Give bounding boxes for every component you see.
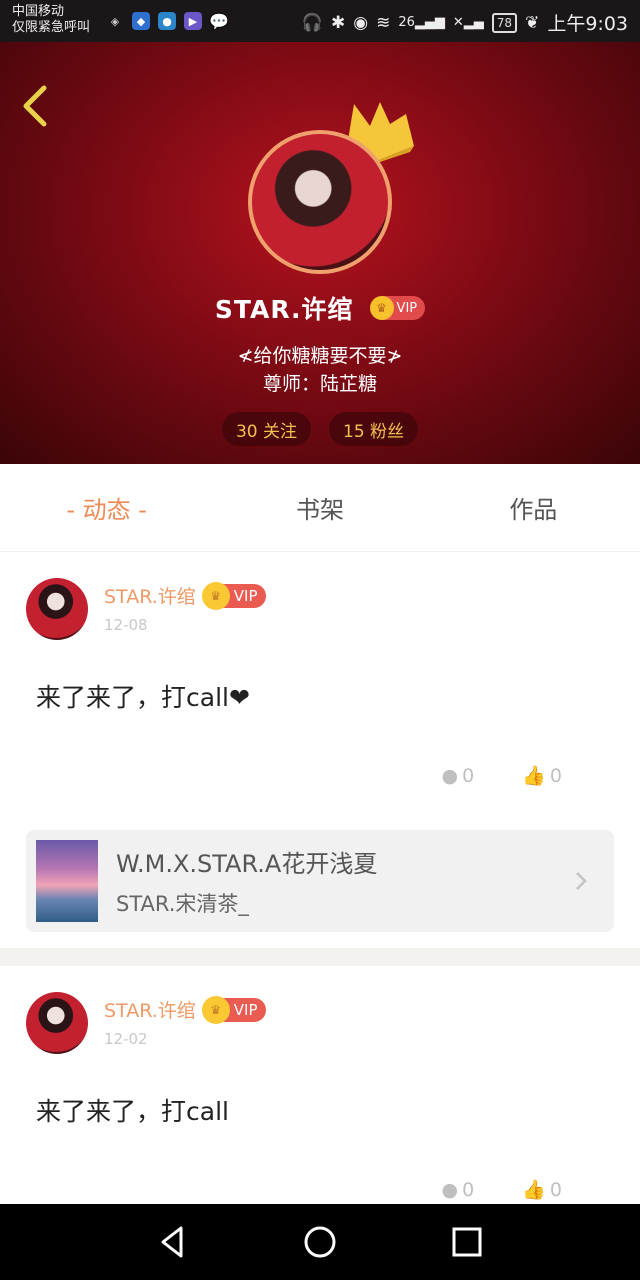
vip-badge: ♛ VIP [201,995,266,1024]
post-content: 来了来了，打call❤ [36,683,250,712]
back-icon[interactable] [151,1220,195,1264]
home-icon[interactable] [298,1220,342,1264]
comment-count: 0 [462,1178,475,1201]
tab-works[interactable]: 作品 [427,464,640,551]
wifi-icon: ≋ [376,12,391,33]
carrier-name: 中国移动 [12,4,65,19]
vip-badge: ♛ VIP [201,581,266,610]
system-nav-bar [0,1204,640,1280]
profile-bio: ≮给你糖糖要不要≯ 尊师：陆芷糖 [0,342,640,398]
bio-line-1: ≮给你糖糖要不要≯ [237,345,403,367]
bio-line-2: 尊师：陆芷糖 [262,373,377,395]
profile-username: STAR.许绾 [214,295,354,324]
post-author[interactable]: STAR.许绾 [104,582,196,609]
carrier-info: 中国移动 仅限紧急呼叫 [12,4,90,36]
post-avatar[interactable] [26,578,88,640]
book-author: STAR.宋清茶_ [116,892,249,916]
following-button[interactable]: 30 关注 [221,412,311,446]
comment-icon: ● [441,1178,459,1201]
status-right: 🎧 ✱ ◉ ≋ 26▂▄▆ ✕▂▄ 78 ❦ 上午9:03 [302,9,628,36]
vip-badge: ♛ VIP [369,296,426,320]
bluetooth-icon: ✱ [331,12,346,33]
chevron-right-icon [576,872,587,890]
video-app-icon: ▶ [184,12,202,30]
shield-app-icon: ◆ [132,12,150,30]
profile-header: STAR.许绾 ♛ VIP ≮给你糖糖要不要≯ 尊师：陆芷糖 30 关注 15 … [0,42,640,464]
battery-level: 78 [496,15,513,30]
vip-label: VIP [233,586,258,605]
notification-icons: ◈ ◆ ● ▶ 💬 [106,11,229,31]
back-arrow-icon[interactable] [16,82,56,130]
headphones-icon: 🎧 [301,12,324,33]
profile-tabs: - 动态 - 书架 作品 [0,464,640,552]
like-count: 0 [549,764,562,787]
thumbs-up-icon: 👍 [522,1179,546,1201]
eye-icon: ◉ [353,12,369,33]
crown-coin-icon: ♛ [201,995,230,1024]
comment-icon: ● [441,764,459,787]
like-button[interactable]: 👍 0 [522,764,562,788]
followers-button[interactable]: 15 粉丝 [329,412,419,446]
post-avatar[interactable] [26,992,88,1054]
recents-icon[interactable] [445,1220,489,1264]
post-actions: ● 0 👍 0 [442,1178,562,1202]
camera-app-icon: ● [158,12,176,30]
profile-avatar[interactable] [248,130,392,274]
vip-label: VIP [396,300,418,316]
like-button[interactable]: 👍 0 [522,1178,562,1202]
book-cover-image [36,840,98,922]
profile-stats: 30 关注 15 粉丝 [0,412,640,446]
shared-book-card[interactable]: W.M.X.STAR.A花开浅夏 STAR.宋清茶_ [26,830,614,932]
battery-icon: 78 [491,12,518,33]
feed-post: STAR.许绾 ♛ VIP 12-08 来了来了，打call❤ ● 0 👍 0 … [0,552,640,948]
post-date: 12-02 [104,1030,148,1048]
crown-coin-icon: ♛ [369,296,394,320]
feed-post: STAR.许绾 ♛ VIP 12-02 来了来了，打call ● 0 👍 0 [0,966,640,1204]
signal-2-icon: ✕▂▄ [452,15,484,30]
crown-coin-icon: ♛ [201,581,230,610]
emergency-only-text: 仅限紧急呼叫 [12,20,91,35]
chat-bubble-icon: 💬 [209,11,229,31]
post-author[interactable]: STAR.许绾 [104,996,196,1023]
vip-label: VIP [233,1000,258,1019]
signal-icon: 26▂▄▆ [398,15,445,30]
network-type: 26 [398,15,415,30]
post-content: 来了来了，打call [36,1097,229,1126]
clock: 上午9:03 [547,13,628,35]
post-date: 12-08 [104,616,148,634]
leaf-icon: ❦ [525,12,540,33]
vibrate-icon: ◈ [110,14,120,28]
like-count: 0 [549,1178,562,1201]
book-title: W.M.X.STAR.A花开浅夏 [116,850,378,878]
comment-button[interactable]: ● 0 [442,764,475,787]
thumbs-up-icon: 👍 [522,765,546,787]
tab-bookshelf[interactable]: 书架 [213,464,426,551]
tab-feed[interactable]: - 动态 - [0,464,213,551]
post-divider [0,948,640,966]
comment-count: 0 [462,764,475,787]
comment-button[interactable]: ● 0 [442,1178,475,1201]
post-actions: ● 0 👍 0 [442,764,562,788]
status-bar: 中国移动 仅限紧急呼叫 ◈ ◆ ● ▶ 💬 🎧 ✱ ◉ ≋ 26▂▄▆ ✕▂▄ … [0,0,640,42]
